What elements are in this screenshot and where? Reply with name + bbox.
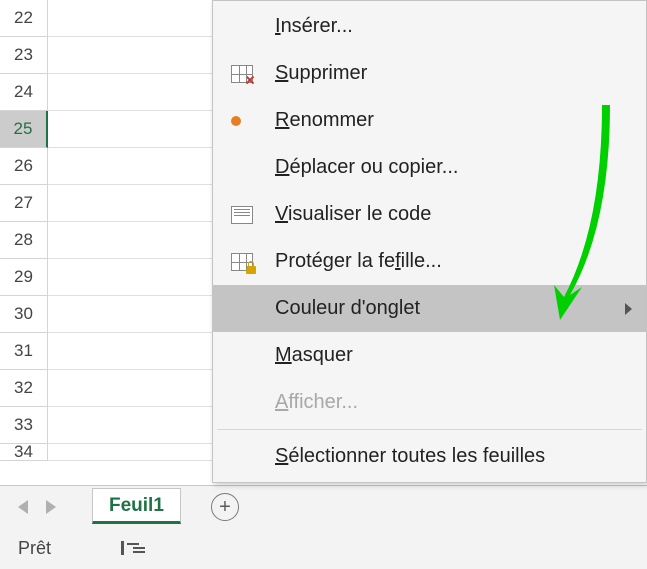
menu-rename[interactable]: Renommer bbox=[213, 97, 646, 144]
menu-tab-color[interactable]: Couleur d'onglet bbox=[213, 285, 646, 332]
menu-delete[interactable]: Supprimer bbox=[213, 50, 646, 97]
scroll-tabs-left-icon[interactable] bbox=[18, 500, 28, 514]
protect-sheet-icon bbox=[231, 253, 253, 271]
row-header[interactable]: 30 bbox=[0, 296, 48, 333]
row-header[interactable]: 24 bbox=[0, 74, 48, 111]
delete-sheet-icon bbox=[231, 65, 253, 83]
menu-unhide: Afficher... bbox=[213, 379, 646, 426]
view-code-icon bbox=[231, 206, 253, 224]
menu-move-copy[interactable]: Déplacer ou copier... bbox=[213, 144, 646, 191]
scroll-tabs-right-icon[interactable] bbox=[46, 500, 56, 514]
sheet-tab-bar: Feuil1 + bbox=[0, 485, 647, 527]
status-bar: Prêt bbox=[0, 527, 647, 569]
sheet-context-menu: Insérer... Supprimer Renommer Déplacer o… bbox=[212, 0, 647, 483]
status-ready: Prêt bbox=[18, 538, 51, 559]
menu-select-all-sheets[interactable]: Sélectionner toutes les feuilles bbox=[213, 433, 646, 480]
menu-separator bbox=[217, 429, 642, 430]
row-headers: 22 23 24 25 26 27 28 29 30 31 32 33 34 bbox=[0, 0, 48, 461]
menu-insert[interactable]: Insérer... bbox=[213, 3, 646, 50]
menu-protect-sheet[interactable]: Protéger la fefille... bbox=[213, 238, 646, 285]
row-header[interactable]: 31 bbox=[0, 333, 48, 370]
row-header[interactable]: 34 bbox=[0, 444, 48, 461]
row-header[interactable]: 27 bbox=[0, 185, 48, 222]
row-header-active[interactable]: 25 bbox=[0, 111, 48, 148]
row-header[interactable]: 33 bbox=[0, 407, 48, 444]
menu-hide[interactable]: Masquer bbox=[213, 332, 646, 379]
sheet-tab[interactable]: Feuil1 bbox=[92, 488, 181, 524]
row-header[interactable]: 26 bbox=[0, 148, 48, 185]
row-header[interactable]: 22 bbox=[0, 0, 48, 37]
submenu-arrow-icon bbox=[625, 303, 632, 315]
rename-icon bbox=[231, 116, 241, 126]
macro-record-icon[interactable] bbox=[121, 541, 139, 555]
row-header[interactable]: 29 bbox=[0, 259, 48, 296]
row-header[interactable]: 28 bbox=[0, 222, 48, 259]
new-sheet-button[interactable]: + bbox=[211, 493, 239, 521]
row-header[interactable]: 32 bbox=[0, 370, 48, 407]
row-header[interactable]: 23 bbox=[0, 37, 48, 74]
menu-view-code[interactable]: Visualiser le code bbox=[213, 191, 646, 238]
